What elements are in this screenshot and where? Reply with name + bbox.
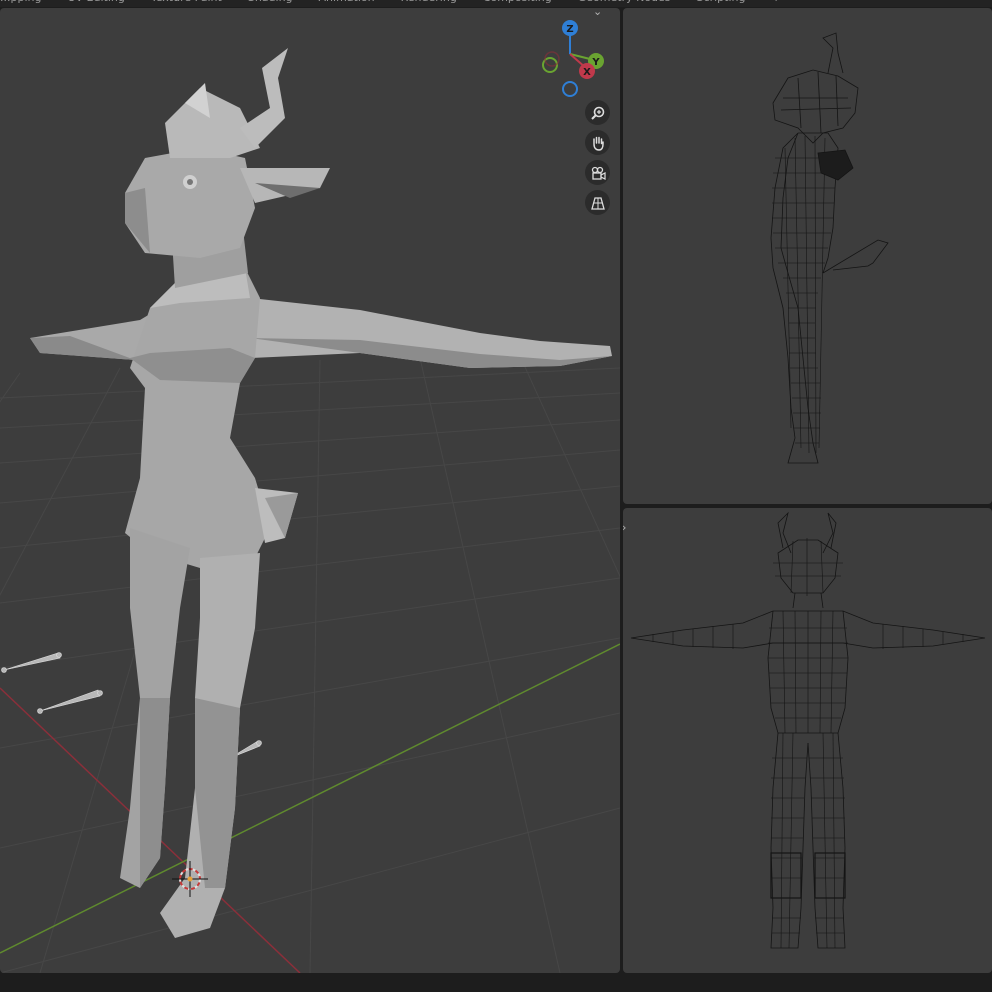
front-wireframe bbox=[630, 511, 986, 949]
zoom-icon[interactable] bbox=[585, 100, 610, 125]
workspace-tab[interactable]: Geometry Nodes bbox=[578, 0, 697, 5]
gizmo-z-label: Z bbox=[566, 24, 573, 35]
side-ortho-viewport[interactable]: ‹› bbox=[623, 8, 992, 504]
hand-pan-icon[interactable] bbox=[585, 130, 610, 155]
workspace-tab[interactable]: + bbox=[771, 0, 806, 5]
status-bar bbox=[0, 975, 992, 992]
workspace-tab[interactable]: Compositing bbox=[483, 0, 578, 5]
front-ortho-viewport[interactable]: › bbox=[623, 508, 992, 973]
workspace-tab[interactable]: ...pping bbox=[0, 0, 67, 5]
chevron-down-icon[interactable]: ⌄ bbox=[593, 8, 602, 17]
gizmo-x-label: X bbox=[583, 67, 591, 78]
workspace-tab[interactable]: UV Editing bbox=[67, 0, 150, 5]
workspace-tab[interactable]: Scripting bbox=[697, 0, 772, 5]
side-wireframe bbox=[770, 32, 889, 464]
workspace-tab[interactable]: Shading bbox=[248, 0, 319, 5]
floor-grid bbox=[0, 355, 620, 973]
workspace-tab[interactable]: Rendering bbox=[401, 0, 483, 5]
perspective-grid-icon[interactable] bbox=[585, 190, 610, 215]
workspace-tab[interactable]: Animation bbox=[319, 0, 401, 5]
main-3d-viewport[interactable]: Z Y X ⌄ bbox=[0, 8, 620, 973]
workspace-tab-bar: ...ppingUV EditingTexture PaintShadingAn… bbox=[0, 0, 992, 7]
viewport-scene bbox=[0, 48, 620, 973]
camera-icon[interactable] bbox=[585, 160, 610, 185]
navigation-gizmo[interactable]: Z Y X bbox=[530, 16, 610, 106]
y-axis-line bbox=[0, 643, 620, 954]
workspace-tab[interactable]: Texture Paint bbox=[151, 0, 248, 5]
